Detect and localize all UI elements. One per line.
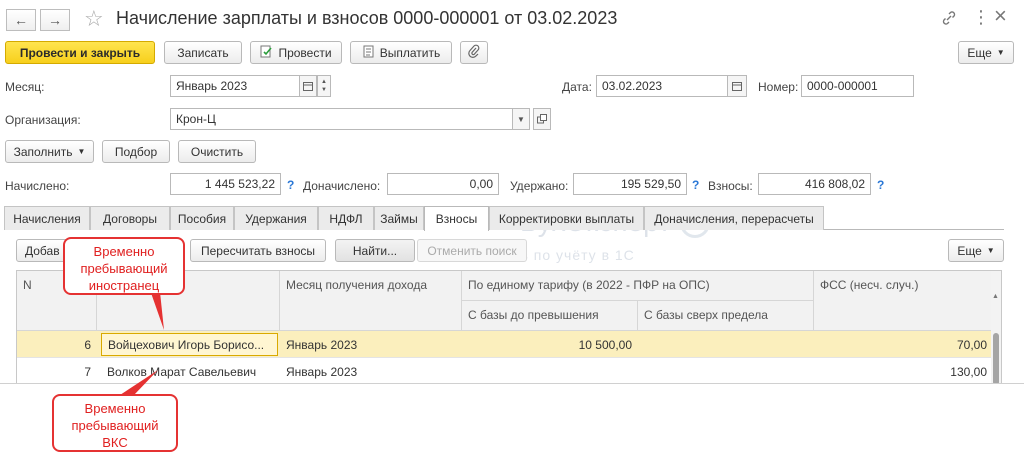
callout-bottom-pointer <box>120 370 158 395</box>
callout-top-pointer <box>150 290 164 330</box>
callout-temporary-foreigner: Временно пребывающий иностранец <box>63 237 185 295</box>
callout-temporary-hqs: Временно пребывающий ВКС <box>52 394 178 452</box>
